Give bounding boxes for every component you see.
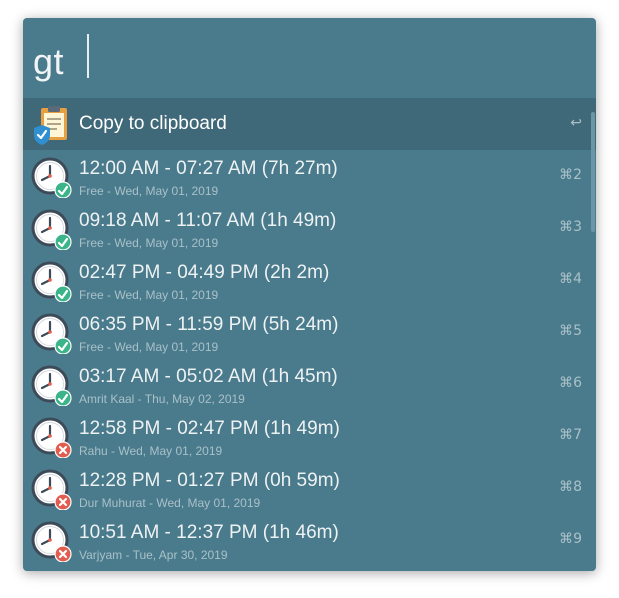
result-subtitle: Varjyam - Tue, Apr 30, 2019	[79, 548, 228, 562]
launcher-window: gt Copy to clipboard ↩ 12:00 AM - 07:27 …	[23, 18, 596, 571]
clock-icon	[31, 156, 73, 199]
result-title: 12:58 PM - 02:47 PM (1h 49m)	[79, 418, 340, 439]
clock-icon	[31, 260, 73, 303]
result-row[interactable]: 02:47 PM - 04:49 PM (2h 2m) Free - Wed, M…	[23, 254, 596, 306]
result-shortcut: ⌘7	[559, 427, 582, 443]
result-title: 03:17 AM - 05:02 AM (1h 45m)	[79, 366, 338, 387]
result-shortcut: ⌘6	[559, 375, 582, 391]
query-bar[interactable]: gt	[23, 18, 596, 98]
clock-icon	[31, 312, 73, 355]
result-title: 02:47 PM - 04:49 PM (2h 2m)	[79, 262, 330, 283]
result-shortcut: ⌘8	[559, 479, 582, 495]
clipboard-icon	[31, 104, 73, 146]
result-copy-to-clipboard[interactable]: Copy to clipboard ↩	[23, 98, 596, 150]
result-subtitle: Amrit Kaal - Thu, May 02, 2019	[79, 392, 245, 406]
result-subtitle: Dur Muhurat - Wed, May 01, 2019	[79, 496, 261, 510]
result-subtitle: Free - Wed, May 01, 2019	[79, 236, 219, 250]
result-row[interactable]: 09:18 AM - 11:07 AM (1h 49m) Free - Wed, …	[23, 202, 596, 254]
result-title: 06:35 PM - 11:59 PM (5h 24m)	[79, 314, 339, 335]
result-row[interactable]: 03:17 AM - 05:02 AM (1h 45m) Amrit Kaal -…	[23, 358, 596, 410]
result-title: 09:18 AM - 11:07 AM (1h 49m)	[79, 210, 337, 231]
result-title: 12:28 PM - 01:27 PM (0h 59m)	[79, 470, 340, 491]
result-row[interactable]: 10:51 AM - 12:37 PM (1h 46m) Varjyam - Tu…	[23, 514, 596, 566]
clock-icon	[31, 468, 73, 511]
clock-icon	[31, 520, 73, 563]
result-subtitle: Free - Wed, May 01, 2019	[79, 184, 219, 198]
scrollbar[interactable]	[591, 112, 595, 232]
result-shortcut: ⌘5	[559, 323, 582, 339]
result-title: Copy to clipboard	[79, 113, 227, 134]
clock-icon	[31, 416, 73, 459]
result-row[interactable]: 12:58 PM - 02:47 PM (1h 49m) Rahu - Wed, …	[23, 410, 596, 462]
query-input[interactable]: gt	[33, 40, 64, 84]
result-title: 10:51 AM - 12:37 PM (1h 46m)	[79, 522, 339, 543]
result-subtitle: Free - Wed, May 01, 2019	[79, 288, 219, 302]
result-subtitle: Rahu - Wed, May 01, 2019	[79, 444, 223, 458]
result-shortcut: ⌘3	[559, 219, 582, 235]
clock-icon	[31, 364, 73, 407]
result-row[interactable]: 12:00 AM - 07:27 AM (7h 27m) Free - Wed, …	[23, 150, 596, 202]
result-row[interactable]: 06:35 PM - 11:59 PM (5h 24m) Free - Wed, …	[23, 306, 596, 358]
result-shortcut: ⌘9	[559, 531, 582, 547]
text-caret	[87, 34, 89, 78]
results-list: Copy to clipboard ↩ 12:00 AM - 07:27 AM …	[23, 98, 596, 571]
result-title: 12:00 AM - 07:27 AM (7h 27m)	[79, 158, 338, 179]
result-shortcut: ⌘2	[559, 167, 582, 183]
result-row[interactable]: 12:28 PM - 01:27 PM (0h 59m) Dur Muhurat …	[23, 462, 596, 514]
result-shortcut: ⌘4	[559, 271, 582, 287]
return-shortcut: ↩	[570, 115, 582, 131]
clock-icon	[31, 208, 73, 251]
result-subtitle: Free - Wed, May 01, 2019	[79, 340, 219, 354]
